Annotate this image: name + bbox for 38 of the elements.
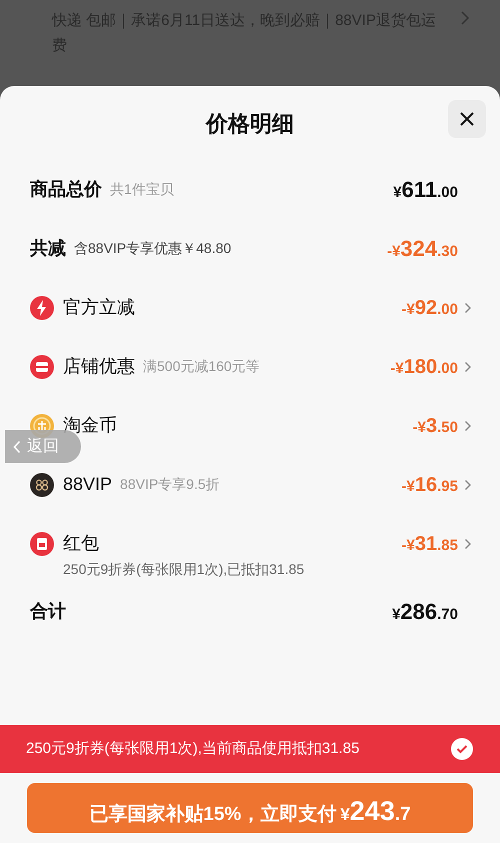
coupon-bar[interactable]: 250元9折券(每张限用1次),当前商品使用抵扣31.85 [0, 725, 500, 773]
close-button[interactable] [448, 100, 486, 138]
row-label: 红包 [63, 532, 99, 555]
price-text: -¥3.50 [412, 414, 458, 438]
vip-badge-icon [30, 472, 54, 496]
chevron-icon[interactable] [464, 420, 472, 432]
row-note: 共1件宝贝 [110, 180, 174, 199]
coupon-text: 250元9折券(每张限用1次),当前商品使用抵扣31.85 [26, 738, 360, 759]
row-label: 官方立减 [63, 296, 135, 319]
price-text: ¥286.70 [392, 598, 458, 626]
price-text: -¥31.85 [402, 532, 458, 556]
row-note: 88VIP专享9.5折 [120, 475, 220, 494]
price-text: -¥180.00 [390, 354, 458, 380]
row-note: 含88VIP专享优惠￥48.80 [74, 239, 232, 258]
chevron-icon [13, 440, 21, 454]
price-text: ¥611.00 [393, 176, 458, 204]
envelope-icon [30, 532, 54, 556]
close-icon [459, 111, 475, 127]
chevron-icon[interactable] [464, 538, 472, 550]
price-text: -¥92.00 [402, 296, 458, 320]
sheet-title: 价格明细 [206, 110, 294, 138]
check-icon[interactable] [450, 737, 474, 761]
chevron-icon [460, 10, 470, 26]
row-note: 满500元减160元等 [143, 357, 260, 376]
pay-button[interactable]: 已享国家补贴15%，立即支付 ¥243.7 [27, 783, 473, 833]
store-icon [30, 354, 54, 378]
chevron-icon[interactable] [464, 360, 472, 372]
row-label: 店铺优惠 [63, 355, 135, 378]
row-detail: 250元9折券(每张限用1次),已抵扣31.85 [62, 560, 306, 579]
price-text: -¥16.95 [402, 472, 458, 498]
row-label: 商品总价 [30, 178, 102, 201]
row-label: 88VIP [63, 473, 112, 496]
chevron-icon[interactable] [464, 302, 472, 314]
chevron-icon[interactable] [464, 478, 472, 490]
row-label: 共减 [30, 237, 66, 260]
row-label: 合计 [30, 600, 66, 623]
lightning-icon [30, 296, 54, 320]
price-text: -¥324.30 [387, 235, 458, 263]
